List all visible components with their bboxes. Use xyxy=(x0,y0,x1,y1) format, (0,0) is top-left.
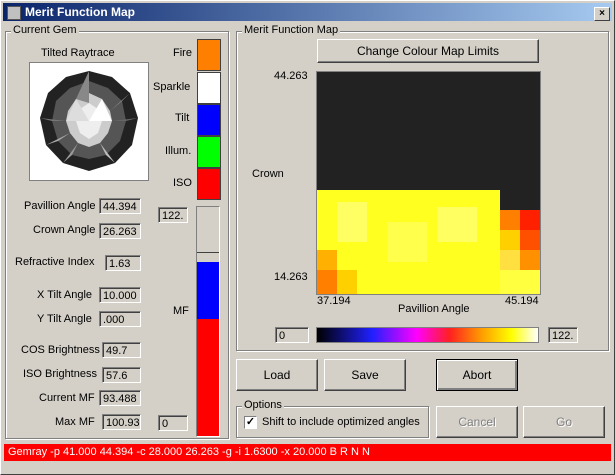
legend-swatch-tilt xyxy=(197,104,221,136)
merit-function-heatmap[interactable] xyxy=(316,71,541,295)
x-tilt-angle-field[interactable]: 10.000 xyxy=(99,287,141,303)
current-gem-group-label: Current Gem xyxy=(11,24,79,36)
scale-min-field[interactable]: 0 xyxy=(275,327,309,343)
cos-brightness-label: COS Brightness xyxy=(21,344,100,356)
cancel-button[interactable]: Cancel xyxy=(436,406,518,438)
refractive-index-field[interactable]: 1.63 xyxy=(105,255,141,271)
shift-optimized-checkbox[interactable]: ✓ xyxy=(244,416,257,429)
raytrace-preview xyxy=(29,62,149,181)
close-icon[interactable]: × xyxy=(594,7,610,21)
mf-bar-iso-segment xyxy=(197,319,219,436)
mf-bar-marker xyxy=(197,252,219,253)
current-mf-field[interactable]: 93.488 xyxy=(99,390,141,406)
legend-label-illum: Illum. xyxy=(165,145,192,157)
max-mf-field[interactable]: 100.93 xyxy=(102,414,141,430)
change-colour-map-limits-button[interactable]: Change Colour Map Limits xyxy=(317,39,539,63)
map-y-min-label: 14.263 xyxy=(274,271,308,283)
map-x-axis-label: Pavillion Angle xyxy=(398,303,470,315)
legend-swatch-sparkle xyxy=(197,72,221,104)
mf-bar-tilt-segment xyxy=(197,262,219,319)
legend-label-tilt: Tilt xyxy=(175,112,190,124)
heatmap-canvas[interactable] xyxy=(317,72,540,294)
max-mf-label: Max MF xyxy=(55,416,95,428)
iso-brightness-field[interactable]: 57.6 xyxy=(102,367,141,383)
abort-button[interactable]: Abort xyxy=(436,359,518,391)
window-title: Merit Function Map xyxy=(25,5,135,19)
main-window: Merit Function Map × Current Gem Tilted … xyxy=(0,0,615,475)
mf-min-field[interactable]: 0 xyxy=(158,415,188,431)
gem-image xyxy=(40,71,138,171)
pavillion-angle-field[interactable]: 44.394 xyxy=(99,198,141,214)
scale-max-field[interactable]: 122. xyxy=(548,327,578,343)
shift-optimized-label[interactable]: Shift to include optimized angles xyxy=(262,416,420,428)
options-group-label: Options xyxy=(242,399,284,411)
crown-angle-label: Crown Angle xyxy=(33,224,96,236)
colour-scale-bar xyxy=(316,327,539,343)
app-icon xyxy=(7,6,21,20)
go-button[interactable]: Go xyxy=(523,406,605,438)
map-x-max-label: 45.194 xyxy=(505,295,539,307)
pavillion-angle-label: Pavillion Angle xyxy=(24,200,96,212)
y-tilt-angle-field[interactable]: .000 xyxy=(99,311,141,327)
save-button[interactable]: Save xyxy=(324,359,406,391)
merit-map-group-label: Merit Function Map xyxy=(242,24,341,36)
legend-label-fire: Fire xyxy=(173,47,192,59)
tilted-raytrace-label: Tilted Raytrace xyxy=(41,47,115,59)
title-bar[interactable]: Merit Function Map × xyxy=(3,3,612,21)
status-bar: Gemray -p 41.000 44.394 -c 28.000 26.263… xyxy=(4,444,611,461)
map-x-min-label: 37.194 xyxy=(317,295,351,307)
map-y-axis-label: Crown xyxy=(252,168,284,180)
refractive-index-label: Refractive Index xyxy=(15,256,95,268)
iso-brightness-label: ISO Brightness xyxy=(23,368,97,380)
cos-brightness-field[interactable]: 49.7 xyxy=(102,342,141,358)
current-mf-label: Current MF xyxy=(39,392,95,404)
x-tilt-angle-label: X Tilt Angle xyxy=(37,289,93,301)
mf-bar-label: MF xyxy=(173,305,189,317)
crown-angle-field[interactable]: 26.263 xyxy=(99,223,141,239)
load-button[interactable]: Load xyxy=(236,359,318,391)
legend-swatch-fire xyxy=(197,39,221,71)
map-y-max-label: 44.263 xyxy=(274,70,308,82)
legend-label-sparkle: Sparkle xyxy=(153,81,191,93)
legend-label-iso: ISO xyxy=(173,177,192,189)
legend-swatch-illum xyxy=(197,136,221,168)
y-tilt-angle-label: Y Tilt Angle xyxy=(37,313,92,325)
legend-swatch-iso xyxy=(197,168,221,200)
mf-bar xyxy=(196,206,220,437)
mf-max-field[interactable]: 122. xyxy=(158,207,188,223)
